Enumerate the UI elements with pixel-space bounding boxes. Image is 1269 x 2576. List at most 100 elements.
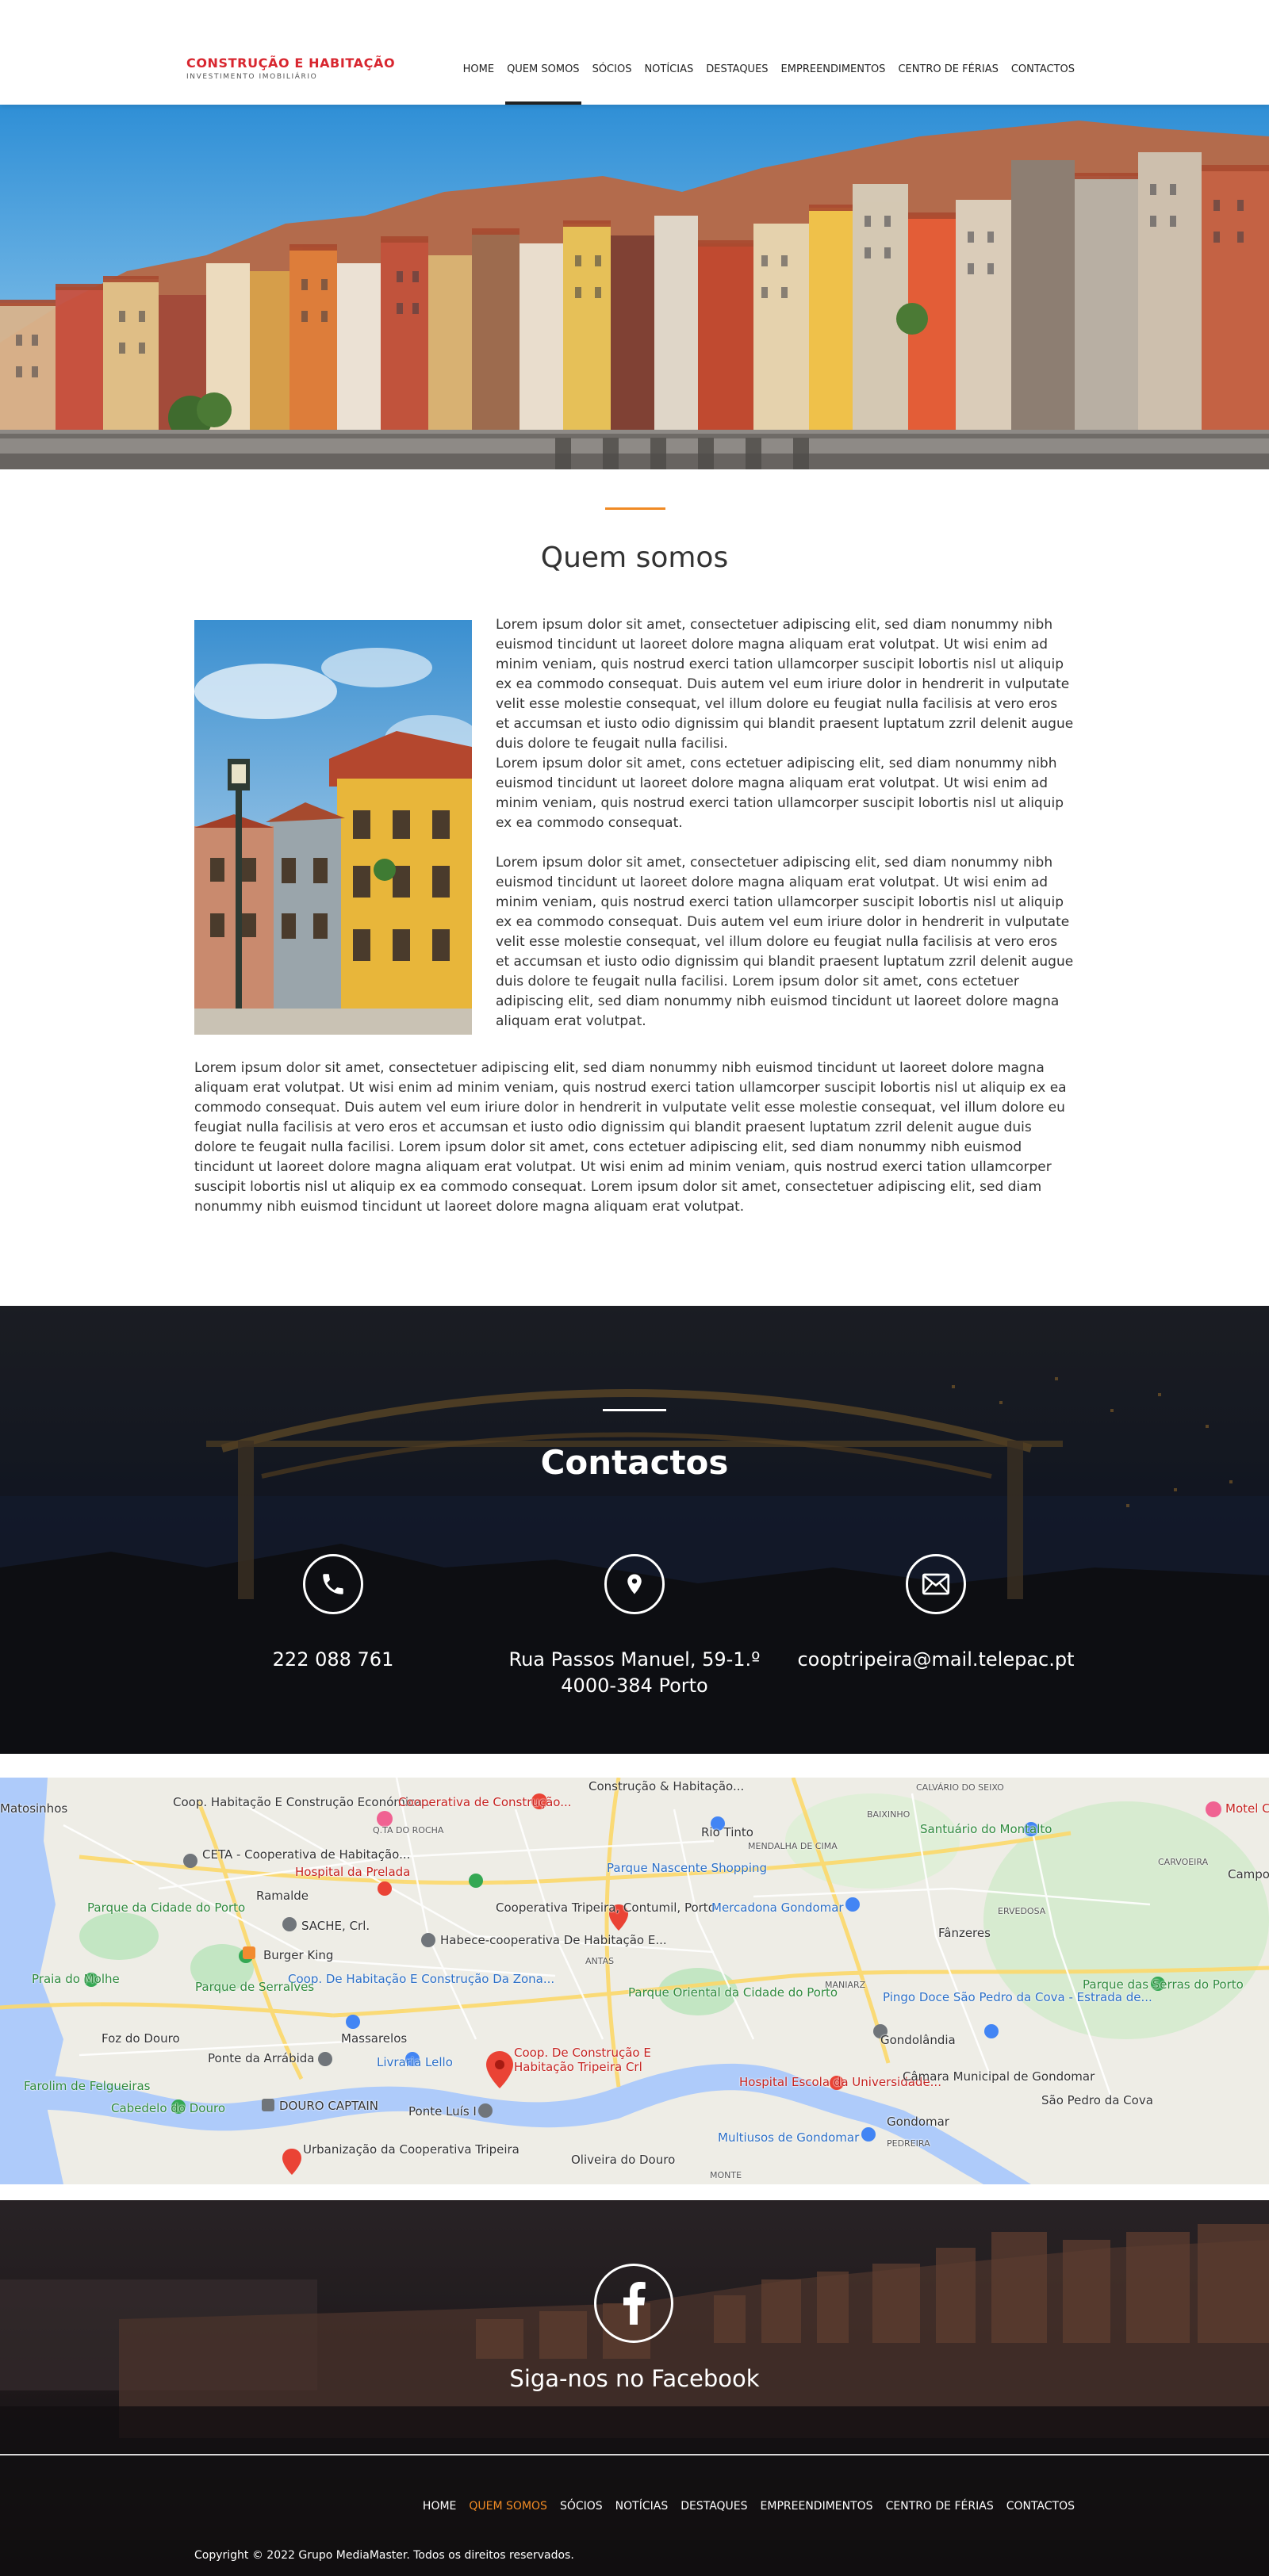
section-accent-line [605, 507, 665, 510]
phone-icon[interactable] [303, 1554, 363, 1614]
map-label: Oliveira do Douro [571, 2153, 676, 2167]
footer-nav-home[interactable]: HOME [423, 2500, 456, 2513]
nav-socios[interactable]: SÓCIOS [592, 63, 632, 105]
map-label: Câmara Municipal de Gondomar [903, 2069, 1095, 2084]
nav-quem-somos[interactable]: QUEM SOMOS [505, 63, 581, 105]
map-canvas[interactable] [0, 1778, 1269, 2184]
map-label: Burger King [263, 1948, 334, 1962]
map-label: Massarelos [341, 2031, 408, 2046]
footer-divider [0, 2454, 1269, 2455]
building-photo-image [194, 620, 472, 1035]
nav-contactos[interactable]: CONTACTOS [1011, 63, 1075, 105]
contact-address-line2: 4000-384 Porto [561, 1675, 708, 1697]
map-label: MANIARZ [825, 1980, 866, 1990]
logo-title: CONSTRUÇÃO E HABITAÇÃO [186, 56, 396, 71]
footer-nav-quem-somos[interactable]: QUEM SOMOS [469, 2500, 547, 2513]
map-label: Gondomar [887, 2115, 949, 2129]
hero-cityscape-image [0, 105, 1269, 469]
envelope-icon[interactable] [906, 1554, 966, 1614]
map-label: Parque Nascente Shopping [607, 1861, 768, 1875]
map-label: Foz do Douro [102, 2031, 180, 2046]
map-label: Motel C [1225, 1801, 1269, 1816]
map-label: Santuário do Montalto [920, 1822, 1052, 1836]
contact-address: Rua Passos Manuel, 59-1.º 4000-384 Porto [476, 1647, 793, 1699]
nav-centro-de-ferias[interactable]: CENTRO DE FÉRIAS [898, 63, 998, 105]
map-label: Fânzeres [938, 1926, 991, 1940]
map-label: Mercadona Gondomar [711, 1900, 844, 1915]
logo[interactable]: CONSTRUÇÃO E HABITAÇÃO INVESTIMENTO IMOB… [186, 56, 395, 81]
map-label: MENDALHA DE CIMA [748, 1841, 838, 1851]
map-label: Cooperativa Tripeira, Contumil, Porto [496, 1900, 715, 1915]
map-label: Ramalde [256, 1889, 309, 1903]
map-label: ERVEDOSA [998, 1906, 1046, 1916]
footer-nav-contactos[interactable]: CONTACTOS [1006, 2500, 1075, 2513]
contact-email[interactable]: cooptripeira@mail.telepac.pt [777, 1647, 1095, 1673]
contacts-title: Contactos [540, 1443, 729, 1482]
map-label: Ponte Luís I [408, 2104, 477, 2119]
map-label: Rio Tinto [701, 1825, 753, 1839]
map-label: ANTAS [585, 1956, 615, 1966]
map-label: Parque de Serralves [195, 1980, 315, 1994]
map-label: Matosinhos [0, 1801, 68, 1816]
nav-destaques[interactable]: DESTAQUES [706, 63, 768, 105]
footer-nav-empreendimentos[interactable]: EMPREENDIMENTOS [761, 2500, 873, 2513]
facebook-section: Siga-nos no Facebook HOME QUEM SOMOS SÓC… [0, 2200, 1269, 2576]
footer-nav-socios[interactable]: SÓCIOS [560, 2500, 603, 2513]
map-label: Pingo Doce São Pedro da Cova - Estrada d… [883, 1990, 1152, 2004]
map-label: Campo [1228, 1867, 1269, 1881]
footer-nav-noticias[interactable]: NOTÍCIAS [615, 2500, 669, 2513]
footer-nav-centro-de-ferias[interactable]: CENTRO DE FÉRIAS [886, 2500, 994, 2513]
about-photo [194, 620, 472, 1035]
footer-nav-destaques[interactable]: DESTAQUES [681, 2500, 747, 2513]
contact-phone[interactable]: 222 088 761 [174, 1647, 492, 1673]
map-label: Coop. De Construção E Habitação Tripeira… [514, 2046, 651, 2074]
contacts-accent-line [603, 1409, 666, 1411]
about-paragraph: Lorem ipsum dolor sit amet, consectetuer… [496, 855, 1074, 1029]
about-text-column: Lorem ipsum dolor sit amet, consectetuer… [496, 615, 1075, 1051]
nav-empreendimentos[interactable]: EMPREENDIMENTOS [781, 63, 886, 105]
map-label: CALVÁRIO DO SEIXO [916, 1782, 1004, 1793]
map-label: Praia do Molhe [32, 1972, 120, 1986]
facebook-cta[interactable]: Siga-nos no Facebook [0, 2365, 1269, 2392]
logo-subtitle: INVESTIMENTO IMOBILIÁRIO [186, 73, 318, 81]
footer-nav: HOME QUEM SOMOS SÓCIOS NOTÍCIAS DESTAQUE… [410, 2500, 1075, 2513]
contact-address-line1: Rua Passos Manuel, 59-1.º [508, 1648, 761, 1671]
about-paragraph: Lorem ipsum dolor sit amet, consectetuer… [496, 617, 1074, 752]
map-label: Multiusos de Gondomar [718, 2130, 860, 2145]
google-map[interactable]: Coop. Habitação E Construção Económica..… [0, 1778, 1269, 2184]
map-label: Cabedelo do Douro [111, 2101, 225, 2115]
map-label: Construção & Habitação... [588, 1779, 745, 1793]
about-paragraph: Lorem ipsum dolor sit amet, cons ectetue… [496, 756, 1064, 831]
map-label: Coop. Habitação E Construção Económica..… [173, 1795, 434, 1809]
map-label: DOURO CAPTAIN [279, 2099, 379, 2113]
map-label: Hospital da Prelada [295, 1865, 411, 1879]
hero-banner [0, 105, 1269, 469]
map-label: BAIXINHO [867, 1809, 911, 1820]
map-label: Cooperativa de Construção... [398, 1795, 572, 1809]
map-label: Urbanização da Cooperativa Tripeira [303, 2142, 519, 2157]
contacts-section: Contactos 222 088 761 Rua Passos Manuel,… [0, 1306, 1269, 1754]
map-label: CARVOEIRA [1158, 1857, 1209, 1867]
page-title: Quem somos [540, 542, 729, 574]
map-label: Habece-cooperativa De Habitação E... [440, 1933, 667, 1947]
about-full-paragraph: Lorem ipsum dolor sit amet, consectetuer… [194, 1060, 1067, 1215]
copyright-text: Copyright © 2022 Grupo MediaMaster. Todo… [194, 2549, 574, 2562]
map-label: Coop. De Habitação E Construção Da Zona.… [288, 1972, 555, 1986]
main-nav: HOME QUEM SOMOS SÓCIOS NOTÍCIAS DESTAQUE… [450, 63, 1075, 105]
nav-noticias[interactable]: NOTÍCIAS [644, 63, 693, 105]
map-label: CETA - Cooperativa de Habitação... [202, 1847, 411, 1862]
nav-home[interactable]: HOME [463, 63, 494, 105]
facebook-icon[interactable] [594, 2264, 673, 2343]
location-pin-icon[interactable] [604, 1554, 665, 1614]
site-header: CONSTRUÇÃO E HABITAÇÃO INVESTIMENTO IMOB… [0, 0, 1269, 105]
map-label: SACHE, Crl. [301, 1919, 370, 1933]
map-label: Ponte da Arrábida [208, 2051, 315, 2065]
map-label: MONTE [710, 2170, 742, 2180]
map-label: Parque da Cidade do Porto [87, 1900, 246, 1915]
map-label: Q.TA DO ROCHA [373, 1825, 444, 1835]
map-label: Gondolândia [880, 2033, 956, 2047]
map-label: Parque das Serras do Porto [1083, 1977, 1244, 1992]
map-label: São Pedro da Cova [1041, 2093, 1153, 2107]
map-label: PEDREIRA [887, 2138, 930, 2149]
map-label: Farolim de Felgueiras [24, 2079, 151, 2093]
